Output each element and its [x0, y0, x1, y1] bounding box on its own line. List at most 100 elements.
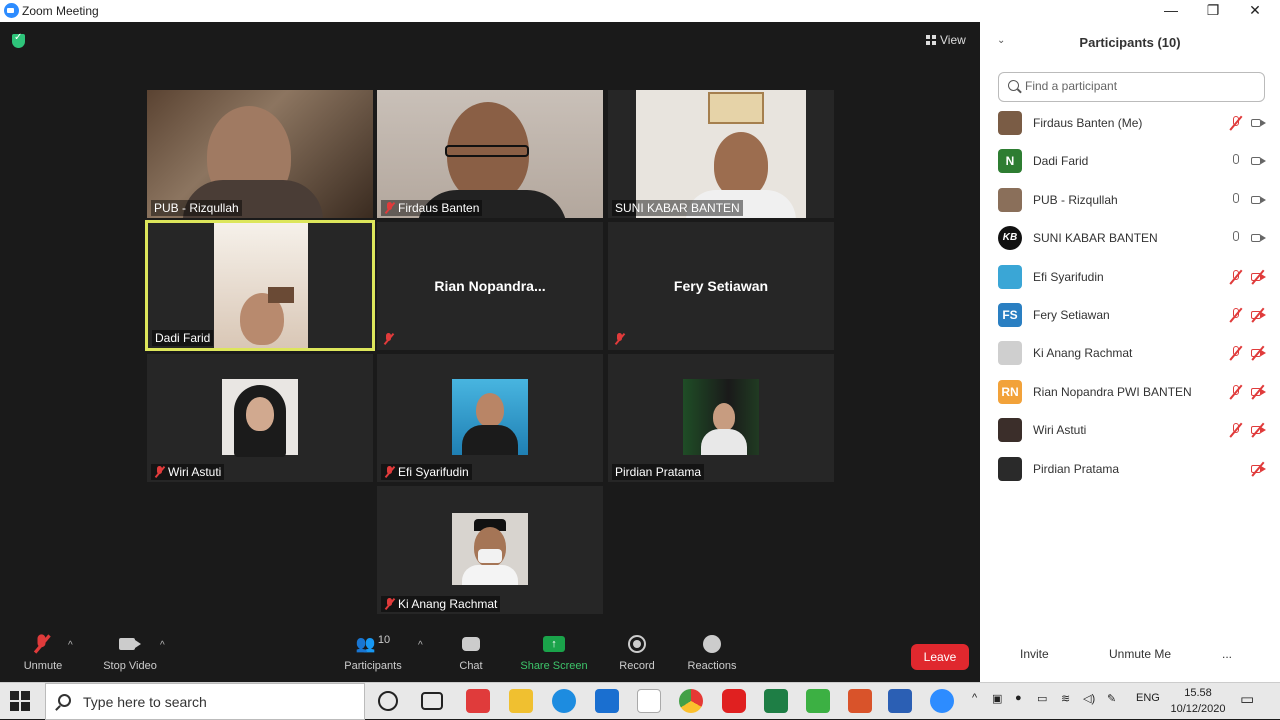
video-off-icon[interactable] [1250, 345, 1266, 361]
green-triangle-app-icon[interactable] [806, 689, 830, 713]
participant-avatar [998, 341, 1022, 366]
video-tile[interactable]: Efi Syarifudin [377, 354, 603, 482]
video-off-icon[interactable] [1250, 269, 1266, 285]
cortana-icon[interactable] [378, 691, 398, 711]
pen-tray-icon[interactable]: ✎ [1107, 692, 1116, 705]
tray-app-icon[interactable]: ▣ [992, 692, 1002, 705]
gift-app-icon[interactable] [466, 689, 490, 713]
video-tile[interactable]: Pirdian Pratama [608, 354, 834, 482]
notifications-icon[interactable]: ▭ [1240, 690, 1254, 708]
video-camera-icon[interactable] [1250, 230, 1266, 246]
unmute-label: Unmute [23, 660, 63, 672]
video-tile[interactable]: Rian Nopandra... [377, 222, 603, 350]
window-titlebar: Zoom Meeting — ❐ ✕ [0, 0, 1280, 22]
wifi-icon[interactable]: ≋ [1061, 692, 1070, 705]
video-options-caret[interactable]: ^ [160, 640, 165, 651]
video-off-icon[interactable] [1250, 422, 1266, 438]
muted-mic-icon [614, 333, 625, 345]
muted-mic-icon[interactable] [1228, 307, 1244, 323]
participant-row[interactable]: PUB - Rizqullah [998, 185, 1268, 215]
muted-mic-icon[interactable] [1228, 115, 1244, 131]
unmute-me-button[interactable]: Unmute Me [1109, 647, 1171, 661]
participants-options-caret[interactable]: ^ [418, 640, 423, 651]
video-off-icon[interactable] [1250, 461, 1266, 477]
participant-avatar [998, 418, 1022, 443]
word-icon[interactable] [888, 689, 912, 713]
audio-options-caret[interactable]: ^ [68, 640, 73, 651]
chat-button[interactable]: Chat [431, 632, 511, 672]
video-camera-icon[interactable] [1250, 192, 1266, 208]
video-tile[interactable]: SUNI KABAR BANTEN [608, 90, 834, 218]
language-indicator[interactable]: ENG [1136, 692, 1160, 704]
video-tile[interactable]: Fery Setiawan [608, 222, 834, 350]
muted-mic-icon [384, 466, 395, 478]
participants-button[interactable]: 👥 10 Participants [333, 632, 413, 672]
video-tile[interactable]: Firdaus Banten [377, 90, 603, 218]
participant-row[interactable]: Wiri Astuti [998, 415, 1268, 445]
participant-search-box[interactable] [998, 72, 1265, 102]
video-camera-icon[interactable] [1250, 153, 1266, 169]
windows-start-icon[interactable] [10, 691, 32, 713]
volume-icon[interactable]: ◁) [1083, 692, 1095, 705]
video-tile[interactable]: Wiri Astuti [147, 354, 373, 482]
show-hidden-icons-caret[interactable]: ^ [972, 692, 977, 704]
microphone-icon[interactable] [1228, 192, 1244, 208]
taskbar-search-box[interactable]: Type here to search [45, 683, 365, 720]
video-tile[interactable]: Ki Anang Rachmat [377, 486, 603, 614]
battery-icon[interactable]: ▭ [1037, 692, 1047, 705]
muted-mic-icon[interactable] [1228, 384, 1244, 400]
microphone-icon[interactable] [1228, 153, 1244, 169]
participant-avatar [998, 456, 1022, 481]
record-button[interactable]: Record [597, 632, 677, 672]
powerpoint-icon[interactable] [848, 689, 872, 713]
participant-row[interactable]: Pirdian Pratama [998, 454, 1268, 484]
grid-icon [926, 35, 936, 45]
file-explorer-icon[interactable] [509, 689, 533, 713]
muted-mic-icon[interactable] [1228, 422, 1244, 438]
clock-date: 10/12/2020 [1170, 703, 1226, 715]
edge-browser-icon[interactable] [552, 689, 576, 713]
stop-video-button[interactable]: Stop Video [90, 632, 170, 672]
muted-mic-icon[interactable] [1228, 269, 1244, 285]
participant-avatar [998, 187, 1022, 212]
video-camera-icon[interactable] [1250, 115, 1266, 131]
video-off-icon[interactable] [1250, 384, 1266, 400]
participant-search-input[interactable] [1025, 79, 1255, 93]
participant-row[interactable]: Ki Anang Rachmat [998, 338, 1268, 368]
video-off-icon[interactable] [1250, 307, 1266, 323]
excel-icon[interactable] [764, 689, 788, 713]
mail-icon[interactable] [595, 689, 619, 713]
reactions-button[interactable]: Reactions [672, 632, 752, 672]
minimize-button[interactable]: — [1150, 0, 1192, 22]
share-screen-button[interactable]: ↑ Share Screen [514, 632, 594, 672]
participant-row[interactable]: FS Fery Setiawan [998, 300, 1268, 330]
restore-button[interactable]: ❐ [1192, 0, 1234, 22]
video-camera-icon [119, 638, 135, 650]
participant-video [636, 90, 806, 218]
participant-avatar: KB [998, 226, 1022, 251]
unmute-button[interactable]: Unmute [3, 632, 83, 672]
more-options-button[interactable]: ... [1222, 647, 1232, 661]
view-button[interactable]: View [926, 33, 966, 47]
muted-mic-icon[interactable] [1228, 345, 1244, 361]
close-button[interactable]: ✕ [1234, 0, 1276, 22]
participant-row[interactable]: Efi Syarifudin [998, 262, 1268, 292]
zoom-taskbar-icon[interactable] [930, 689, 954, 713]
leave-button[interactable]: Leave [911, 644, 969, 670]
task-view-icon[interactable] [421, 692, 443, 710]
encryption-shield-icon[interactable] [12, 32, 25, 48]
video-tile-active-speaker[interactable]: Dadi Farid [145, 220, 375, 351]
participant-row[interactable]: N Dadi Farid [998, 146, 1268, 176]
participant-avatar [998, 264, 1022, 289]
youtube-icon[interactable] [722, 689, 746, 713]
participant-row[interactable]: Firdaus Banten (Me) [998, 108, 1268, 138]
participant-row[interactable]: KB SUNI KABAR BANTEN [998, 223, 1268, 253]
participant-row[interactable]: RN Rian Nopandra PWI BANTEN [998, 377, 1268, 407]
microphone-tray-icon[interactable]: ● [1015, 692, 1022, 704]
microphone-icon[interactable] [1228, 230, 1244, 246]
taskbar-clock[interactable]: 15.58 10/12/2020 [1170, 685, 1226, 717]
chrome-icon[interactable] [679, 689, 703, 713]
invite-button[interactable]: Invite [1020, 647, 1049, 661]
video-tile[interactable]: PUB - Rizqullah [147, 90, 373, 218]
pen-app-icon[interactable] [637, 689, 661, 713]
